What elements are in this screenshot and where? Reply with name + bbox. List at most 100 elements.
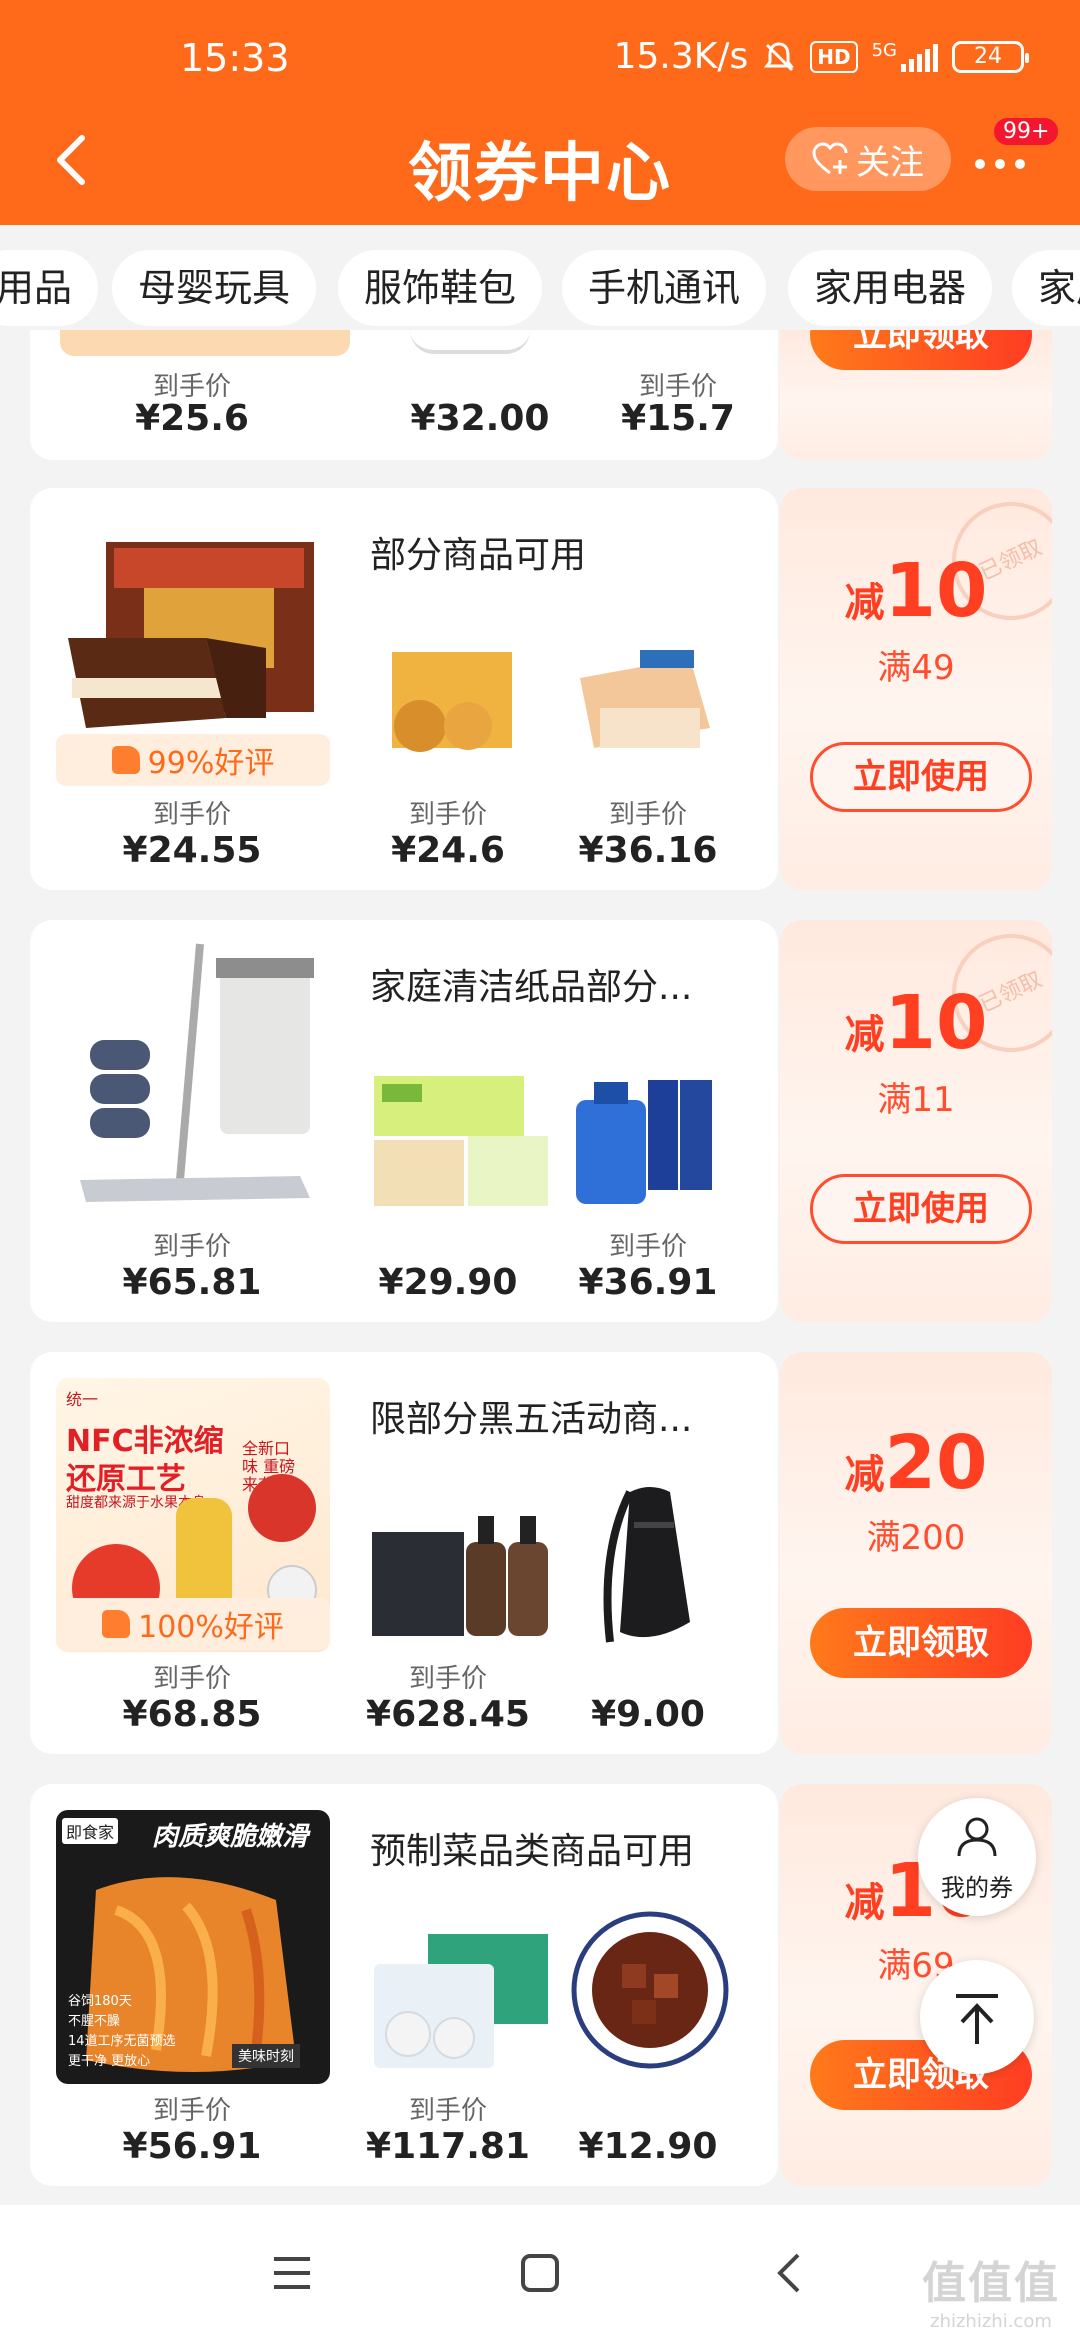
shampoo-set-image: [372, 1516, 548, 1636]
sling-bag-image: [603, 1487, 690, 1643]
discount-prefix: 减: [844, 580, 885, 626]
status-right: 15.3K/s HD 5G 24: [613, 36, 1029, 77]
discount-prefix: 减: [844, 1452, 885, 1498]
image-brand: 即食家: [62, 1818, 119, 1844]
price-label: 到手价: [608, 800, 687, 830]
back-to-top-button[interactable]: [920, 1960, 1034, 2074]
coupon-condition: 部分商品可用: [370, 535, 587, 576]
arrow-up-icon: [956, 1994, 998, 2044]
braised-pork-bowl-image: [571, 1911, 729, 2069]
discount-value: 10: [884, 980, 988, 1066]
coupon-products[interactable]: 到手价 ¥25.6 ¥32.00 到手价 ¥15.7: [30, 330, 778, 460]
my-coupons-button[interactable]: 我的券: [918, 1798, 1036, 1916]
category-tab[interactable]: 母婴玩具: [112, 250, 317, 326]
coupon-products[interactable]: 预制菜品类商品可用 即食家 肉质爽脆嫩滑 谷饲180天 不腥不臊 14道工序无菌…: [30, 1784, 778, 2186]
product-image[interactable]: [368, 1502, 558, 1642]
net-speed: 15.3K/s: [613, 36, 749, 77]
category-tab[interactable]: 手机通讯: [562, 250, 767, 326]
signal-icon: 5G: [871, 39, 938, 72]
price-label: 到手价: [408, 800, 487, 830]
image-bullet: 更干净 更放心: [68, 2054, 151, 2069]
message-badge: 99+: [992, 116, 1061, 147]
snack-box-image: [580, 650, 710, 748]
category-tab[interactable]: 家用电器: [788, 250, 993, 326]
thumbs-up-icon: [102, 1610, 131, 1638]
price-label: 到手价: [608, 1232, 687, 1262]
product-price: ¥68.85: [122, 1694, 262, 1735]
product-price: ¥9.00: [591, 1694, 705, 1735]
watermark: 值值值 zhizhizhi.com: [922, 2247, 1060, 2332]
status-time: 15:33: [180, 36, 290, 80]
coupon-products[interactable]: 部分商品可用 99%好评 到手价 ¥24.55 到手价 ¥24.6 到手价 ¥3…: [30, 488, 778, 890]
use-button[interactable]: 立即使用: [810, 1174, 1032, 1244]
discount-threshold: 满49: [877, 648, 955, 688]
product-image[interactable]: [410, 330, 530, 354]
product-image[interactable]: [70, 940, 340, 1220]
coupon-action-panel: 已领取 减10 满11 立即使用: [780, 920, 1052, 1322]
discount-prefix: 减: [844, 1012, 885, 1058]
use-button[interactable]: 立即使用: [810, 742, 1032, 812]
product-price: ¥65.81: [122, 1262, 262, 1303]
category-tab[interactable]: 用品: [0, 250, 99, 326]
status-bar: 15:33 15.3K/s HD 5G 24: [0, 30, 1080, 90]
hd-icon: HD: [810, 40, 858, 73]
product-image[interactable]: [368, 1924, 558, 2074]
laundry-detergent-image: [576, 1080, 712, 1204]
product-image[interactable]: [368, 1070, 558, 1210]
follow-button[interactable]: 关注: [785, 127, 951, 191]
price-label: 到手价: [152, 2096, 231, 2126]
product-image[interactable]: [570, 1904, 730, 2074]
heart-plus-icon: [812, 142, 848, 175]
category-tab[interactable]: 服饰鞋包: [338, 250, 543, 326]
product-price: ¥36.91: [578, 1262, 718, 1303]
frozen-seafood-image: [374, 1934, 548, 2068]
product-price: ¥36.16: [578, 830, 718, 871]
rating-text: 99%好评: [147, 746, 275, 781]
product-image[interactable]: [590, 1482, 710, 1652]
watermark-url: zhizhizhi.com: [930, 2311, 1052, 2332]
product-image[interactable]: 即食家 肉质爽脆嫩滑 谷饲180天 不腥不臊 14道工序无菌预选 更干净 更放心…: [56, 1810, 330, 2084]
product-price: ¥25.6: [135, 398, 249, 439]
coupon-products[interactable]: 限部分黑五活动商... 统一 NFC非浓缩 还原工艺 甜度都来源于水果本身 全新…: [30, 1352, 778, 1754]
system-nav-bar: 值值值 zhizhizhi.com: [0, 2205, 1080, 2340]
discount-threshold: 满200: [866, 1518, 966, 1558]
product-price: ¥12.90: [578, 2126, 718, 2167]
product-image[interactable]: [570, 1070, 720, 1210]
rating-badge: 100%好评: [56, 1598, 330, 1650]
coupon-products[interactable]: 家庭清洁纸品部分... 到手价 ¥65.81 ¥29.90 到手价 ¥36.91: [30, 920, 778, 1322]
product-image[interactable]: [60, 330, 350, 356]
pastry-box-image: [392, 652, 512, 752]
coupon-condition: 家庭清洁纸品部分...: [370, 967, 693, 1008]
price-label: 到手价: [408, 1664, 487, 1694]
home-icon[interactable]: [520, 2253, 560, 2293]
discount-threshold: 满11: [877, 1080, 955, 1120]
coupon-action-panel: 减20 满200 立即领取: [780, 1352, 1052, 1754]
category-tab[interactable]: 家居: [1012, 250, 1080, 326]
image-headline: 肉质爽脆嫩滑: [152, 1822, 309, 1852]
more-dots-icon: [975, 159, 1025, 169]
rating-badge: 99%好评: [56, 734, 330, 786]
product-price: ¥15.7: [621, 398, 735, 439]
menu-icon[interactable]: [272, 2255, 312, 2291]
coupon-condition: 预制菜品类商品可用: [370, 1831, 695, 1872]
watermark-cn: 值值值: [922, 2258, 1060, 2309]
product-price: ¥56.91: [122, 2126, 262, 2167]
product-image[interactable]: [368, 638, 522, 768]
mop-bucket-image: [80, 943, 314, 1202]
image-bullet: 14道工序无菌预选: [68, 2034, 176, 2049]
my-coupons-label: 我的券: [941, 1874, 1013, 1902]
coupon-condition: 限部分黑五活动商...: [370, 1399, 693, 1440]
net-type: 5G: [871, 39, 897, 61]
rating-text: 100%好评: [138, 1610, 284, 1645]
product-image[interactable]: [570, 638, 720, 768]
discount-amount: 减20: [780, 1420, 1052, 1506]
back-nav-icon[interactable]: [776, 2251, 802, 2295]
battery-icon: 24: [952, 40, 1029, 73]
discount-amount: 减10: [780, 980, 1052, 1066]
claim-button[interactable]: 立即领取: [810, 1608, 1032, 1678]
product-price: ¥24.55: [122, 830, 262, 871]
claim-button[interactable]: 立即领取: [810, 330, 1032, 370]
thumbs-up-icon: [111, 746, 140, 774]
signal-bars: [901, 43, 938, 72]
user-icon: [957, 1817, 997, 1857]
